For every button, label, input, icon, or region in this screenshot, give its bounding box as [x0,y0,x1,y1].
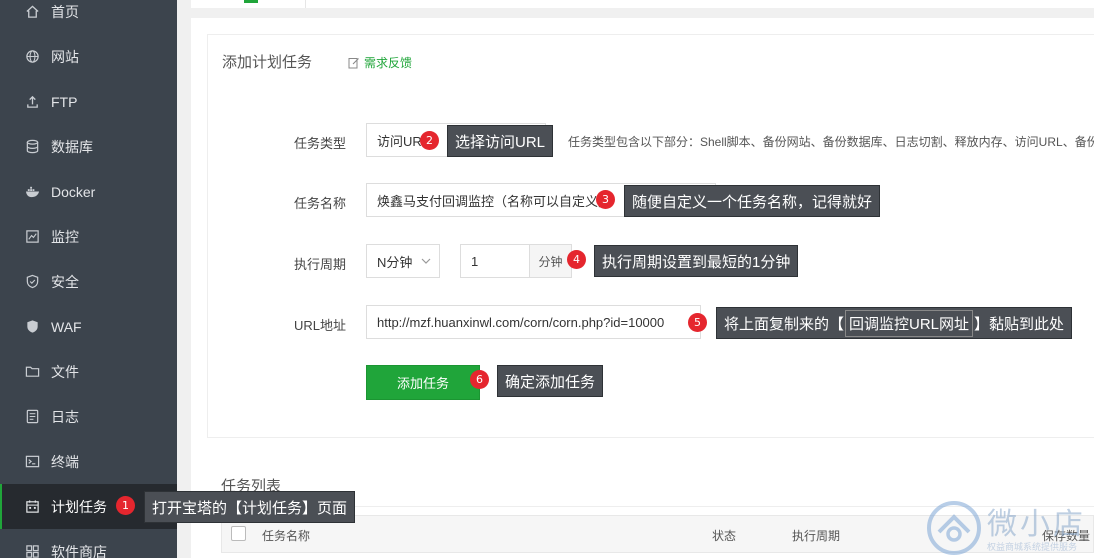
url-input[interactable]: http://mzf.huanxinwl.com/corn/corn.php?i… [366,305,701,339]
folder-icon [24,364,40,380]
step-badge-1: 1 [116,496,135,515]
minutes-input[interactable]: 1 [460,244,530,278]
tab-divider [305,0,306,8]
waf-shield-icon [24,319,40,335]
sidebar-item-label: 文件 [51,363,79,380]
minutes-unit: 分钟 [529,244,572,278]
upload-icon [24,94,40,110]
step-badge-6: 6 [470,370,489,389]
sidebar-item-files[interactable]: 文件 [0,349,177,394]
tab-bar [191,0,1094,8]
terminal-icon [24,454,40,470]
step-tip-5: 将上面复制来的【 回调监控URL网址 】黏贴到此处 [716,307,1073,339]
sidebar-item-label: FTP [51,93,78,110]
sidebar-item-label: 软件商店 [51,543,107,558]
database-icon [24,139,40,155]
shield-icon [24,274,40,290]
step-tip-2: 选择访问URL [447,125,554,157]
sidebar-item-label: 数据库 [51,138,93,155]
sidebar-item-label: 首页 [51,3,79,20]
url-value: http://mzf.huanxinwl.com/corn/corn.php?i… [377,314,665,330]
sidebar-item-ftp[interactable]: FTP [0,79,177,124]
column-header-status[interactable]: 状态 [712,527,736,544]
select-all-checkbox[interactable] [231,526,246,541]
period-value: N分钟 [377,254,413,270]
calendar-icon [24,499,40,515]
feedback-label: 需求反馈 [364,56,413,70]
step-tip-4: 执行周期设置到最短的1分钟 [594,245,799,277]
step-tip-6: 确定添加任务 [497,365,604,397]
watermark: 微小店 权益商城系统提供服务 [925,497,1094,558]
sidebar-item-label: 安全 [51,273,79,290]
sidebar-item-store[interactable]: 软件商店 [0,529,177,558]
store-icon [24,544,40,558]
column-header-name[interactable]: 任务名称 [262,527,310,544]
sidebar-item-label: 网站 [51,48,79,65]
cron-card: 添加计划任务 需求反馈 任务类型 访问URL 任务类型包含以下部分：Shell脚… [191,18,1094,558]
sidebar-item-label: 终端 [51,453,79,470]
sidebar-item-terminal[interactable]: 终端 [0,439,177,484]
chevron-down-icon [421,258,431,264]
task-name-value: 焕鑫马支付回调监控（名称可以自定义） [377,193,612,209]
task-type-hint: 任务类型包含以下部分：Shell脚本、备份网站、备份数据库、日志切割、释放内存、… [568,135,1094,149]
home-icon [24,4,40,20]
sidebar-item-database[interactable]: 数据库 [0,124,177,169]
watermark-title: 微小店 [987,507,1086,542]
docker-icon [24,184,40,200]
monitor-icon [24,229,40,245]
step-tip-3: 随便自定义一个任务名称，记得就好 [624,185,881,217]
step-badge-5: 5 [688,313,707,332]
minutes-value: 1 [471,253,479,269]
step-badge-3: 3 [596,190,615,209]
watermark-logo-icon [927,501,981,555]
step-tip-5-after: 】黏贴到此处 [974,315,1065,333]
step-tip-5-highlight: 回调监控URL网址 [845,309,974,337]
sidebar-item-waf[interactable]: WAF [0,304,177,349]
globe-icon [24,49,40,65]
sidebar-item-label: 日志 [51,408,79,425]
sidebar: 首页 网站 FTP 数据库 Docker 监控 安全 WAF 文件 日志 终端 [0,0,177,558]
main-content: 添加计划任务 需求反馈 任务类型 访问URL 任务类型包含以下部分：Shell脚… [177,0,1094,558]
watermark-subtitle: 权益商城系统提供服务 [987,542,1078,552]
sidebar-item-docker[interactable]: Docker [0,169,177,214]
sidebar-item-label: 计划任务 [51,498,107,515]
url-label: URL地址 [293,318,346,333]
sidebar-item-security[interactable]: 安全 [0,259,177,304]
add-task-panel-header: 添加计划任务 需求反馈 [207,34,1094,102]
period-label: 执行周期 [293,257,346,272]
panel-title: 添加计划任务 [222,54,313,71]
active-tab-indicator [244,0,258,3]
period-select[interactable]: N分钟 [366,244,440,278]
sidebar-item-logs[interactable]: 日志 [0,394,177,439]
sidebar-item-home[interactable]: 首页 [0,0,177,34]
column-header-period[interactable]: 执行周期 [792,527,840,544]
step-badge-4: 4 [567,250,586,269]
add-task-button[interactable]: 添加任务 [366,365,480,400]
sidebar-item-label: 监控 [51,228,79,245]
step-tip-1: 打开宝塔的【计划任务】页面 [144,491,356,523]
edit-icon [348,57,359,68]
step-badge-2: 2 [420,131,439,150]
sidebar-item-site[interactable]: 网站 [0,34,177,79]
sidebar-item-monitor[interactable]: 监控 [0,214,177,259]
step-tip-5-before: 将上面复制来的【 [724,315,845,333]
feedback-link[interactable]: 需求反馈 [348,54,412,71]
sidebar-item-label: Docker [51,183,96,200]
task-type-label: 任务类型 [293,136,346,151]
sidebar-item-label: WAF [51,318,82,335]
log-icon [24,409,40,425]
task-name-label: 任务名称 [293,196,346,211]
